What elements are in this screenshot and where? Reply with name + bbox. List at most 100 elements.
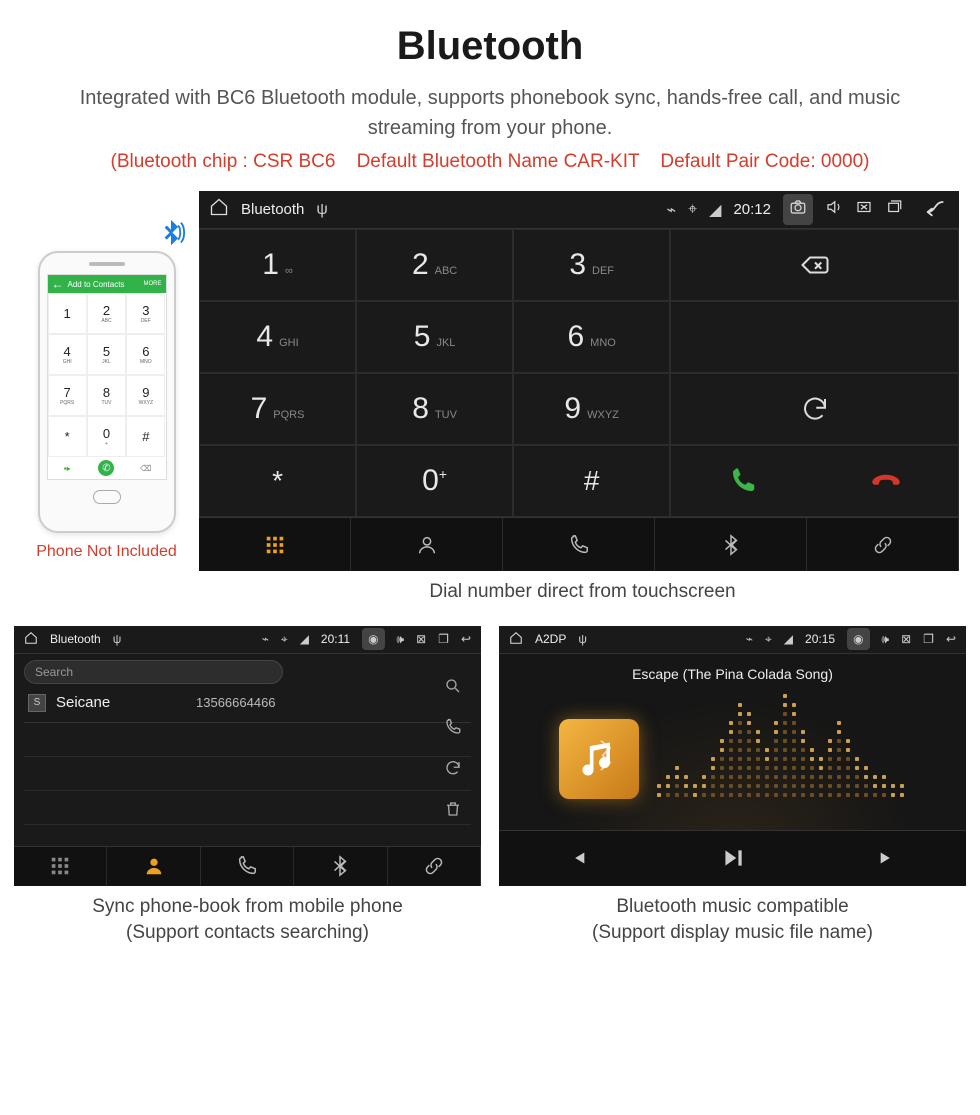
volume-icon[interactable]: 🕪 <box>397 632 405 647</box>
volume-icon[interactable] <box>825 198 843 221</box>
wifi-icon: ◢ <box>300 632 309 646</box>
phone-header-label: Add to Contacts <box>68 280 125 289</box>
location-icon: ⌖ <box>765 632 772 647</box>
tab-bluetooth[interactable] <box>655 518 807 571</box>
recent-icon[interactable] <box>885 198 903 221</box>
home-icon[interactable] <box>509 631 523 648</box>
empty-cell <box>670 301 959 373</box>
tab-keypad[interactable] <box>199 518 351 571</box>
phone-video-icon: ▪▸ <box>48 457 87 479</box>
bluetooth-icon: ⌁ <box>262 632 269 646</box>
contact-row[interactable]: S Seicane 13566664466 <box>24 684 471 723</box>
delete-icon[interactable] <box>444 800 462 823</box>
page-title: Bluetooth <box>0 24 980 69</box>
track-title: Escape (The Pina Colada Song) <box>632 666 833 682</box>
key-3[interactable]: 3DEF <box>513 229 670 301</box>
phone-mockup: ← Add to Contacts MORE 12ABC3DEF4GHI5JKL… <box>38 251 176 533</box>
phone-key-8: 8TUV <box>87 375 126 416</box>
tab-keypad[interactable] <box>14 847 107 886</box>
phone-backspace-icon: ⌫ <box>126 457 165 479</box>
phone-key-#: # <box>126 416 165 457</box>
screenshot-icon[interactable]: ◉ <box>362 628 384 650</box>
page-spec: (Bluetooth chip : CSR BC6 Default Blueto… <box>0 151 980 173</box>
phone-key-6: 6MNO <box>126 334 165 375</box>
key-5[interactable]: 5JKL <box>356 301 513 373</box>
bluetooth-signal-icon <box>154 217 188 256</box>
dialer-caption: Dial number direct from touchscreen <box>199 579 966 606</box>
headunit-music: A2DP ψ ⌁ ⌖ ◢ 20:15 ◉ 🕪 ⊠ ❐ ↩ Escape (The… <box>499 626 966 886</box>
key-7[interactable]: 7PQRS <box>199 373 356 445</box>
recent-icon[interactable]: ❐ <box>923 632 934 646</box>
key-8[interactable]: 8TUV <box>356 373 513 445</box>
screenshot-icon[interactable]: ◉ <box>847 628 869 650</box>
wifi-icon: ◢ <box>709 200 721 220</box>
tab-bluetooth[interactable] <box>294 847 387 886</box>
key-9[interactable]: 9WXYZ <box>513 373 670 445</box>
home-icon[interactable] <box>24 631 38 648</box>
phone-key-9: 9WXYZ <box>126 375 165 416</box>
recent-icon[interactable]: ❐ <box>438 632 449 646</box>
back-icon[interactable] <box>923 197 949 222</box>
key-4[interactable]: 4GHI <box>199 301 356 373</box>
clock: 20:15 <box>805 632 835 646</box>
list-item <box>24 757 471 791</box>
wifi-icon: ◢ <box>784 632 793 646</box>
tab-pair[interactable] <box>807 518 959 571</box>
sync-icon[interactable] <box>444 759 462 782</box>
home-icon[interactable] <box>209 197 229 222</box>
tab-contacts[interactable] <box>351 518 503 571</box>
phone-app-header: ← Add to Contacts MORE <box>48 275 166 293</box>
redial-button[interactable] <box>670 373 959 445</box>
location-icon: ⌖ <box>281 632 288 647</box>
status-bar: Bluetooth ψ ⌁ ⌖ ◢ 20:11 ◉ 🕪 ⊠ ❐ ↩ <box>14 626 481 654</box>
phone-key-5: 5JKL <box>87 334 126 375</box>
music-caption: Bluetooth music compatible (Support disp… <box>499 894 966 947</box>
phone-home-button <box>93 490 121 504</box>
list-item <box>24 791 471 825</box>
back-icon: ← <box>52 277 64 291</box>
clock: 20:12 <box>733 201 771 218</box>
key-1[interactable]: 1∞ <box>199 229 356 301</box>
key-0[interactable]: 0+ <box>356 445 513 517</box>
tab-recent-calls[interactable] <box>201 847 294 886</box>
status-bar: Bluetooth ψ ⌁ ⌖ ◢ 20:12 <box>199 191 959 229</box>
tab-contacts[interactable] <box>107 847 200 886</box>
phone-key-1: 1 <box>48 293 87 334</box>
screenshot-icon[interactable] <box>783 194 813 225</box>
bar-title: A2DP <box>535 632 566 646</box>
call-button[interactable] <box>671 466 814 496</box>
phone-key-2: 2ABC <box>87 293 126 334</box>
location-icon: ⌖ <box>688 201 697 219</box>
close-icon[interactable]: ⊠ <box>416 632 426 646</box>
next-button[interactable] <box>810 831 966 886</box>
prev-button[interactable] <box>499 831 655 886</box>
search-icon[interactable] <box>444 677 462 700</box>
call-icon[interactable] <box>444 718 462 741</box>
page-subtitle: Integrated with BC6 Bluetooth module, su… <box>0 83 980 143</box>
key-#[interactable]: # <box>513 445 670 517</box>
key-6[interactable]: 6MNO <box>513 301 670 373</box>
backspace-button[interactable] <box>670 229 959 301</box>
play-pause-button[interactable] <box>655 831 811 886</box>
visualizer <box>657 719 906 799</box>
phone-note: Phone Not Included <box>36 543 177 561</box>
back-icon[interactable]: ↩ <box>946 632 956 646</box>
phone-key-*: * <box>48 416 87 457</box>
key-2[interactable]: 2ABC <box>356 229 513 301</box>
bluetooth-icon: ⌁ <box>666 200 676 220</box>
headunit-phonebook: Bluetooth ψ ⌁ ⌖ ◢ 20:11 ◉ 🕪 ⊠ ❐ ↩ Search… <box>14 626 481 886</box>
search-input[interactable]: Search <box>24 660 283 684</box>
contact-name: Seicane <box>56 694 186 711</box>
back-icon[interactable]: ↩ <box>461 632 471 646</box>
phone-call-button: ✆ <box>98 460 114 476</box>
volume-icon[interactable]: 🕪 <box>882 632 890 647</box>
hangup-button[interactable] <box>815 466 958 496</box>
tab-pair[interactable] <box>388 847 481 886</box>
close-icon[interactable]: ⊠ <box>901 632 911 646</box>
close-icon[interactable] <box>855 198 873 221</box>
usb-icon: ψ <box>578 632 587 646</box>
phone-key-0: 0+ <box>87 416 126 457</box>
clock: 20:11 <box>321 632 350 646</box>
key-*[interactable]: * <box>199 445 356 517</box>
tab-recent-calls[interactable] <box>503 518 655 571</box>
